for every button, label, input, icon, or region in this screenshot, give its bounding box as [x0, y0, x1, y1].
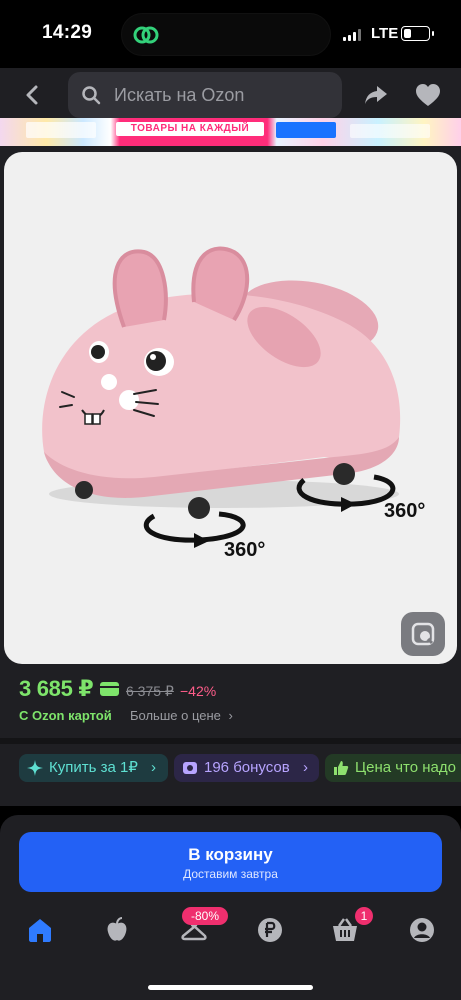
favorite-heart-icon[interactable] [414, 82, 442, 108]
cart-icon[interactable] [331, 916, 359, 944]
add-to-cart-label: В корзину [188, 845, 273, 864]
back-arrow-icon[interactable] [20, 82, 46, 108]
activity-ring-icon [133, 26, 159, 44]
sparkle-icon [27, 760, 43, 776]
current-price: 3 685 ₽ [19, 676, 94, 701]
ruble-icon[interactable] [256, 916, 284, 944]
image-search-icon [411, 622, 435, 646]
ozon-card-icon [100, 682, 119, 696]
chevron-right-icon: › [303, 759, 308, 776]
thumbs-up-icon [334, 761, 349, 775]
search-input[interactable]: Искать на Ozon [68, 72, 342, 118]
bonus-icon [183, 762, 197, 774]
chip-bonuses[interactable]: 196 бонусов › [174, 754, 319, 782]
chevron-right-icon: › [151, 759, 156, 776]
rotation-label: 360° [224, 539, 266, 561]
search-placeholder: Искать на Ozon [114, 85, 245, 105]
status-bar: 14:29 LTE [0, 0, 461, 68]
profile-icon[interactable] [408, 916, 436, 944]
chip-label: 196 бонусов [204, 759, 290, 776]
promo-banner-text: ТОВАРЫ НА КАЖДЫЙ [116, 122, 264, 136]
more-price-link[interactable]: Больше о цене › [130, 708, 233, 723]
add-to-cart-button[interactable]: В корзину Доставим завтра [19, 832, 442, 892]
rotation-label: 360° [384, 500, 426, 522]
network-label: LTE [371, 25, 399, 42]
signal-icon [343, 29, 363, 41]
chip-buy-for-1-ruble[interactable]: Купить за 1₽ › [19, 754, 168, 782]
home-indicator [148, 985, 313, 990]
cart-count-badge: 1 [355, 907, 373, 925]
more-price-label: Больше о цене [130, 708, 221, 723]
product-image[interactable]: 360° 360° [4, 152, 457, 664]
sale-badge: -80% [182, 907, 228, 925]
image-search-button[interactable] [401, 612, 445, 656]
chip-good-price[interactable]: Цена что надо [325, 754, 461, 782]
top-nav: Искать на Ozon [0, 68, 461, 124]
bunny-ride-on-illustration [42, 246, 401, 548]
chip-label: Цена что надо [355, 759, 456, 776]
home-icon[interactable] [26, 916, 54, 944]
ozon-card-label: С Ozon картой [19, 708, 112, 723]
dynamic-island [121, 13, 331, 56]
delivery-label: Доставим завтра [183, 867, 278, 881]
search-icon [82, 86, 101, 105]
battery-icon [401, 26, 434, 41]
old-price: 6 375 ₽ [126, 683, 174, 699]
chevron-right-icon: › [228, 708, 233, 723]
section-divider [0, 738, 461, 744]
discount-badge: −42% [180, 683, 217, 699]
fresh-icon[interactable] [103, 916, 131, 944]
chip-label: Купить за 1₽ [49, 759, 138, 776]
promo-banner[interactable]: ТОВАРЫ НА КАЖДЫЙ [0, 118, 461, 146]
status-time: 14:29 [42, 22, 93, 43]
share-icon[interactable] [363, 82, 389, 108]
